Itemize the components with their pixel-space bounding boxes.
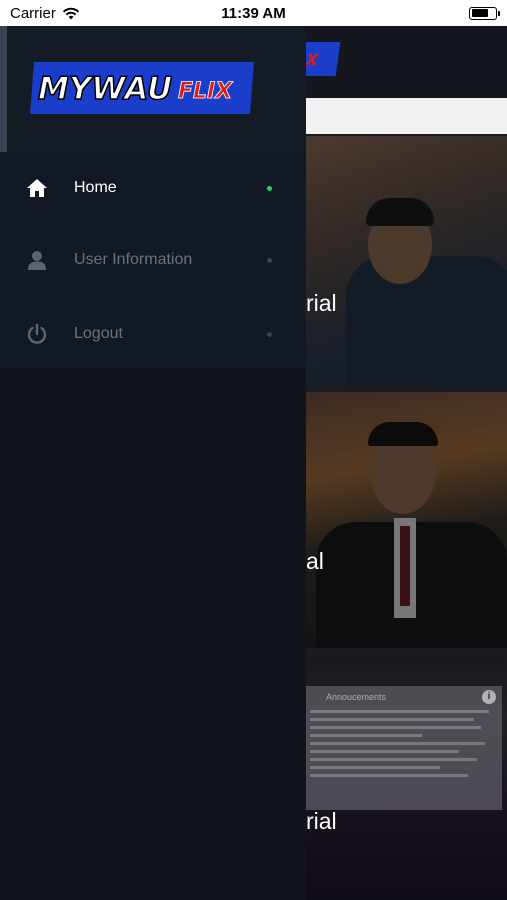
drawer-header: MYWAU FLIX xyxy=(0,26,306,152)
wifi-icon xyxy=(62,7,79,19)
home-icon xyxy=(27,179,47,197)
menu-label-home: Home xyxy=(74,179,117,196)
menu-item-user-information[interactable]: User Information xyxy=(0,224,306,296)
power-icon xyxy=(27,323,47,344)
user-icon xyxy=(28,251,46,270)
announcement-panel: Annoucements i xyxy=(306,686,502,810)
mywauflix-logo: MYWAU FLIX xyxy=(30,62,254,114)
indicator-dot xyxy=(267,257,272,263)
announcement-title: Annoucements xyxy=(326,692,387,702)
video-card[interactable] xyxy=(306,136,507,386)
status-bar: Carrier 11:39 AM xyxy=(0,0,507,26)
logo-text-main: MYWAU xyxy=(38,71,172,107)
video-card-title: rial xyxy=(306,290,337,316)
search-bar[interactable] xyxy=(306,98,507,134)
video-card-title: al xyxy=(306,548,324,574)
battery-icon xyxy=(469,6,500,20)
menu-item-home[interactable]: Home xyxy=(0,152,306,224)
menu-label-logout: Logout xyxy=(74,325,123,342)
navigation-drawer: MYWAU FLIX Home User Information Logout xyxy=(0,26,306,900)
menu-label-user-information: User Information xyxy=(74,251,193,268)
video-card-title: rial xyxy=(306,808,337,834)
info-icon[interactable]: i xyxy=(482,690,496,704)
video-card[interactable] xyxy=(306,392,507,648)
menu-item-logout[interactable]: Logout xyxy=(0,298,306,370)
drawer-accent-bar xyxy=(0,26,7,152)
logo-text-accent: FLIX xyxy=(178,79,233,104)
carrier-label: Carrier xyxy=(10,4,56,22)
drawer-menu: Home User Information Logout xyxy=(0,152,306,368)
indicator-dot xyxy=(267,331,272,337)
active-indicator-dot xyxy=(267,185,272,191)
